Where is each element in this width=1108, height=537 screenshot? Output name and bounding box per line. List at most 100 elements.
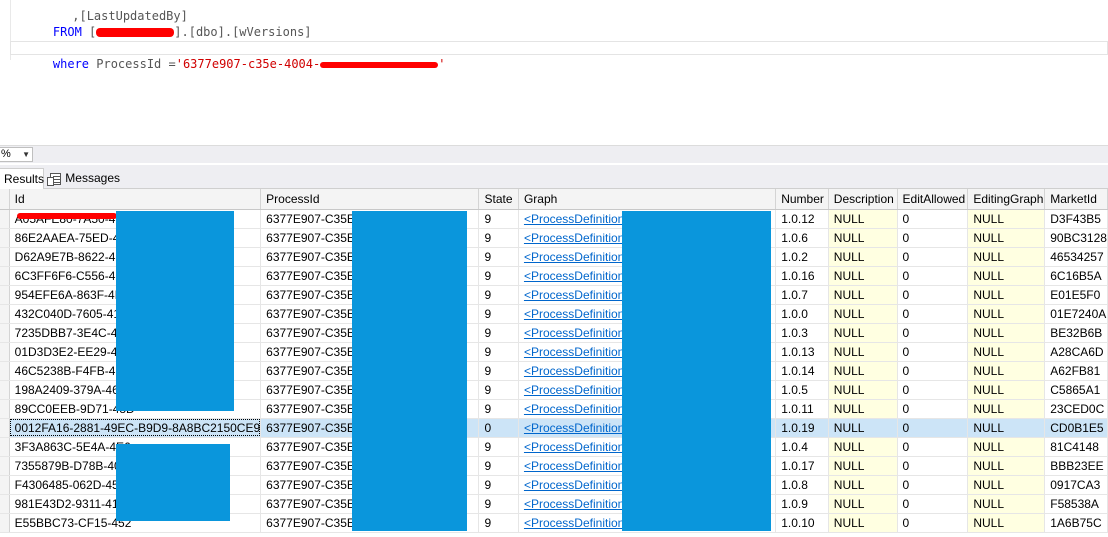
- cell-marketid[interactable]: 90BC3128: [1044, 228, 1108, 248]
- cell-editallowed[interactable]: 0: [897, 209, 969, 229]
- cell-description[interactable]: NULL: [828, 380, 898, 400]
- row-selector[interactable]: [0, 342, 10, 362]
- cell-editallowed[interactable]: 0: [897, 399, 969, 419]
- column-header-marketid[interactable]: MarketId: [1044, 189, 1108, 210]
- row-selector[interactable]: [0, 228, 10, 248]
- cell-state[interactable]: 9: [478, 209, 519, 229]
- cell-editallowed[interactable]: 0: [897, 266, 969, 286]
- cell-editinggraph[interactable]: NULL: [967, 513, 1046, 533]
- cell-editinggraph[interactable]: NULL: [967, 323, 1046, 343]
- cell-editinggraph[interactable]: NULL: [967, 209, 1046, 229]
- cell-number[interactable]: 1.0.9: [775, 494, 829, 514]
- row-selector[interactable]: [0, 494, 10, 514]
- row-selector[interactable]: [0, 418, 10, 438]
- cell-editallowed[interactable]: 0: [897, 361, 969, 381]
- cell-marketid[interactable]: 46534257: [1044, 247, 1108, 267]
- cell-editallowed[interactable]: 0: [897, 494, 969, 514]
- cell-marketid[interactable]: 1A6B75C: [1044, 513, 1108, 533]
- cell-marketid[interactable]: D3F43B5: [1044, 209, 1108, 229]
- cell-description[interactable]: NULL: [828, 285, 898, 305]
- cell-number[interactable]: 1.0.3: [775, 323, 829, 343]
- column-header-editinggraph[interactable]: EditingGraph: [967, 189, 1046, 210]
- cell-number[interactable]: 1.0.10: [775, 513, 829, 533]
- cell-state[interactable]: 9: [478, 513, 519, 533]
- row-selector[interactable]: [0, 399, 10, 419]
- cell-state[interactable]: 9: [478, 437, 519, 457]
- cell-number[interactable]: 1.0.16: [775, 266, 829, 286]
- cell-editinggraph[interactable]: NULL: [967, 361, 1046, 381]
- cell-editinggraph[interactable]: NULL: [967, 285, 1046, 305]
- cell-number[interactable]: 1.0.19: [775, 418, 829, 438]
- cell-editallowed[interactable]: 0: [897, 380, 969, 400]
- cell-marketid[interactable]: 01E7240A: [1044, 304, 1108, 324]
- cell-number[interactable]: 1.0.7: [775, 285, 829, 305]
- row-selector[interactable]: [0, 323, 10, 343]
- cell-state[interactable]: 9: [478, 323, 519, 343]
- column-header-description[interactable]: Description: [828, 189, 898, 210]
- row-selector[interactable]: [0, 285, 10, 305]
- cell-editinggraph[interactable]: NULL: [967, 437, 1046, 457]
- cell-state[interactable]: 9: [478, 247, 519, 267]
- cell-description[interactable]: NULL: [828, 399, 898, 419]
- cell-number[interactable]: 1.0.0: [775, 304, 829, 324]
- cell-state[interactable]: 9: [478, 304, 519, 324]
- cell-id[interactable]: 0012FA16-2881-49EC-B9D9-8A8BC2150CE9: [9, 418, 262, 438]
- cell-state[interactable]: 9: [478, 266, 519, 286]
- column-header-processid[interactable]: ProcessId: [260, 189, 480, 210]
- column-header-id[interactable]: Id: [9, 189, 262, 210]
- cell-marketid[interactable]: CD0B1E5: [1044, 418, 1108, 438]
- cell-editallowed[interactable]: 0: [897, 513, 969, 533]
- cell-state[interactable]: 9: [478, 399, 519, 419]
- cell-state[interactable]: 9: [478, 380, 519, 400]
- cell-marketid[interactable]: C5865A1: [1044, 380, 1108, 400]
- cell-description[interactable]: NULL: [828, 323, 898, 343]
- row-selector[interactable]: [0, 247, 10, 267]
- cell-editinggraph[interactable]: NULL: [967, 494, 1046, 514]
- cell-description[interactable]: NULL: [828, 475, 898, 495]
- row-selector[interactable]: [0, 266, 10, 286]
- tab-messages[interactable]: Messages: [46, 168, 124, 189]
- cell-marketid[interactable]: 23CED0C: [1044, 399, 1108, 419]
- cell-description[interactable]: NULL: [828, 418, 898, 438]
- row-selector[interactable]: [0, 361, 10, 381]
- cell-number[interactable]: 1.0.14: [775, 361, 829, 381]
- cell-state[interactable]: 9: [478, 285, 519, 305]
- cell-editallowed[interactable]: 0: [897, 418, 969, 438]
- row-header-corner[interactable]: [0, 189, 10, 210]
- cell-state[interactable]: 9: [478, 361, 519, 381]
- cell-editinggraph[interactable]: NULL: [967, 475, 1046, 495]
- cell-marketid[interactable]: A62FB81: [1044, 361, 1108, 381]
- cell-number[interactable]: 1.0.6: [775, 228, 829, 248]
- table-row[interactable]: 0012FA16-2881-49EC-B9D9-8A8BC2150CE9 6377…: [0, 418, 1108, 438]
- cell-description[interactable]: NULL: [828, 342, 898, 362]
- cell-description[interactable]: NULL: [828, 247, 898, 267]
- cell-number[interactable]: 1.0.5: [775, 380, 829, 400]
- cell-state[interactable]: 9: [478, 342, 519, 362]
- cell-description[interactable]: NULL: [828, 228, 898, 248]
- cell-description[interactable]: NULL: [828, 361, 898, 381]
- cell-marketid[interactable]: BE32B6B: [1044, 323, 1108, 343]
- column-header-number[interactable]: Number: [775, 189, 829, 210]
- cell-number[interactable]: 1.0.13: [775, 342, 829, 362]
- cell-marketid[interactable]: 0917CA3: [1044, 475, 1108, 495]
- cell-number[interactable]: 1.0.11: [775, 399, 829, 419]
- row-selector[interactable]: [0, 304, 10, 324]
- cell-state[interactable]: 9: [478, 456, 519, 476]
- cell-editallowed[interactable]: 0: [897, 437, 969, 457]
- cell-number[interactable]: 1.0.4: [775, 437, 829, 457]
- cell-editinggraph[interactable]: NULL: [967, 456, 1046, 476]
- cell-state[interactable]: 9: [478, 494, 519, 514]
- cell-state[interactable]: 0: [478, 418, 519, 438]
- cell-editinggraph[interactable]: NULL: [967, 247, 1046, 267]
- cell-number[interactable]: 1.0.8: [775, 475, 829, 495]
- cell-editallowed[interactable]: 0: [897, 475, 969, 495]
- cell-marketid[interactable]: E01E5F0: [1044, 285, 1108, 305]
- cell-marketid[interactable]: BBB23EE: [1044, 456, 1108, 476]
- cell-number[interactable]: 1.0.12: [775, 209, 829, 229]
- tab-results[interactable]: Results: [0, 168, 44, 189]
- row-selector[interactable]: [0, 513, 10, 533]
- cell-description[interactable]: NULL: [828, 437, 898, 457]
- cell-editallowed[interactable]: 0: [897, 228, 969, 248]
- row-selector[interactable]: [0, 437, 10, 457]
- cell-description[interactable]: NULL: [828, 494, 898, 514]
